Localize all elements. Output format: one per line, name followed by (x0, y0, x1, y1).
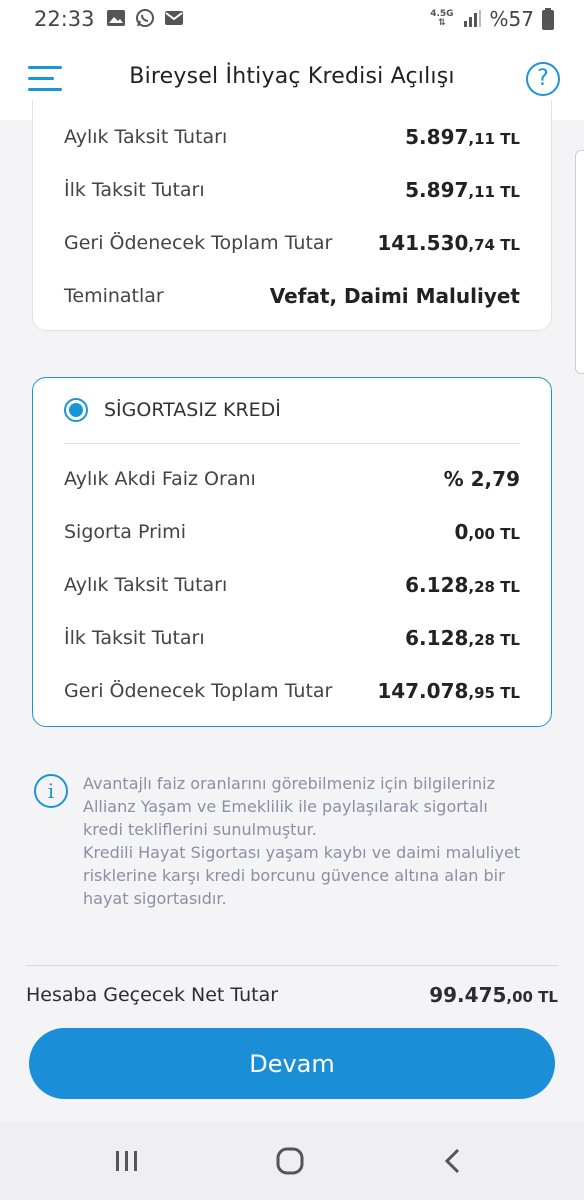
battery-icon (542, 8, 554, 30)
row-label: Geri Ödenecek Toplam Tutar (64, 680, 333, 702)
help-icon[interactable]: ? (526, 62, 560, 96)
row-label: Teminatlar (64, 285, 164, 307)
signal-icon (463, 10, 481, 27)
info-icon: i (34, 774, 68, 808)
row-label: Geri Ödenecek Toplam Tutar (64, 232, 333, 254)
detail-row: Teminatlar Vefat, Daimi Maluliyet (64, 281, 520, 311)
side-panel-handle[interactable] (575, 150, 584, 374)
home-icon[interactable] (270, 1145, 310, 1177)
detail-row: Aylık Akdi Faiz Oranı % 2,79 (64, 464, 520, 494)
continue-button[interactable]: Devam (29, 1028, 555, 1099)
detail-row: Geri Ödenecek Toplam Tutar 147.078,95 TL (64, 676, 520, 706)
whatsapp-icon (136, 9, 154, 27)
row-value: 6.128,28 TL (405, 626, 520, 650)
row-label: İlk Taksit Tutarı (64, 179, 205, 201)
detail-row: Aylık Taksit Tutarı 5.897,11 TL (64, 122, 520, 152)
network-type: 4.5G (430, 9, 454, 19)
row-value: 147.078,95 TL (377, 679, 520, 703)
row-value: % 2,79 (443, 467, 520, 491)
gallery-icon (107, 10, 125, 26)
status-bar: 22:33 4.5G ⇅ %57 (0, 0, 584, 40)
row-value: 5.897,11 TL (405, 125, 520, 149)
notification-icons (106, 8, 184, 28)
row-label: İlk Taksit Tutarı (64, 627, 205, 649)
detail-row: İlk Taksit Tutarı 6.128,28 TL (64, 623, 520, 653)
status-time: 22:33 (34, 7, 95, 31)
insured-credit-card[interactable]: Aylık Taksit Tutarı 5.897,11 TL İlk Taks… (32, 100, 552, 331)
divider (26, 965, 558, 966)
row-label: Aylık Akdi Faiz Oranı (64, 468, 256, 490)
detail-row: Geri Ödenecek Toplam Tutar 141.530,74 TL (64, 228, 520, 258)
row-value: 5.897,11 TL (405, 178, 520, 202)
row-label: Sigorta Primi (64, 521, 186, 543)
uninsured-credit-card[interactable]: SİGORTASIZ KREDİ Aylık Akdi Faiz Oranı %… (32, 377, 552, 727)
row-label: Aylık Taksit Tutarı (64, 574, 228, 596)
net-amount-row: Hesaba Geçecek Net Tutar 99.475,00 TL (26, 980, 558, 1010)
battery-percent: %57 (489, 7, 534, 31)
detail-row: Aylık Taksit Tutarı 6.128,28 TL (64, 570, 520, 600)
row-value: 6.128,28 TL (405, 573, 520, 597)
row-value: 141.530,74 TL (377, 231, 520, 255)
divider (64, 443, 520, 444)
mail-icon (165, 11, 183, 25)
detail-row: İlk Taksit Tutarı 5.897,11 TL (64, 175, 520, 205)
row-value: 0,00 TL (454, 520, 520, 544)
detail-row: Sigorta Primi 0,00 TL (64, 517, 520, 547)
recent-apps-icon[interactable] (106, 1145, 146, 1177)
credit-option[interactable]: SİGORTASIZ KREDİ (64, 398, 281, 422)
net-amount-value: 99.475,00 TL (429, 983, 558, 1007)
net-amount-label: Hesaba Geçecek Net Tutar (26, 984, 279, 1006)
back-icon[interactable] (434, 1145, 474, 1177)
data-arrows-icon: 4.5G ⇅ (430, 9, 454, 28)
option-label: SİGORTASIZ KREDİ (104, 399, 281, 421)
info-text: Avantajlı faiz oranlarını görebilmeniz i… (83, 774, 521, 908)
status-right: 4.5G ⇅ %57 (430, 7, 554, 31)
row-label: Aylık Taksit Tutarı (64, 126, 228, 148)
system-nav-bar (0, 1121, 584, 1200)
row-value: Vefat, Daimi Maluliyet (269, 284, 520, 308)
page-title: Bireysel İhtiyaç Kredisi Açılışı (129, 64, 455, 89)
radio-selected-icon[interactable] (64, 398, 88, 422)
